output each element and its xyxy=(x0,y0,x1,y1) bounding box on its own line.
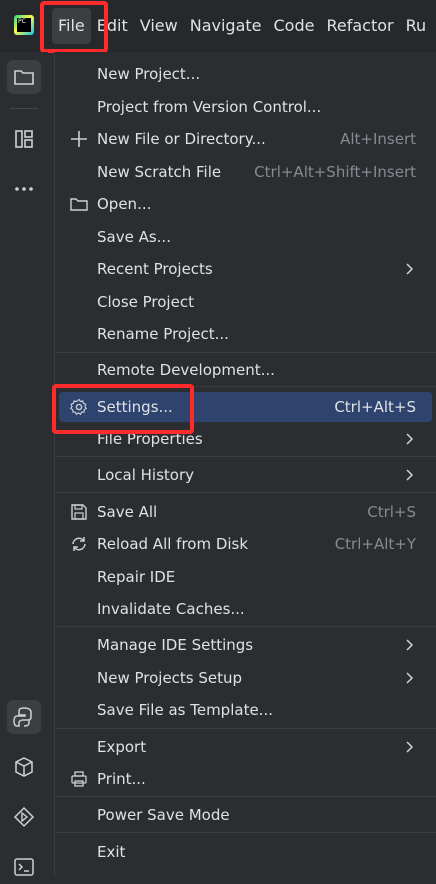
menu-separator xyxy=(55,796,436,797)
menu-item-label: New Project... xyxy=(97,65,201,83)
more-icon[interactable] xyxy=(7,172,41,206)
chevron-right-icon xyxy=(406,639,414,651)
menu-item-label: File Properties xyxy=(97,430,203,448)
menu-item-save-as[interactable]: Save As... xyxy=(59,222,432,252)
menu-item-label: Recent Projects xyxy=(97,260,213,278)
file-dropdown-menu: New Project... Project from Version Cont… xyxy=(54,52,436,877)
terminal-icon[interactable] xyxy=(7,850,41,884)
menu-item-shortcut: Ctrl+Alt+Shift+Insert xyxy=(254,163,416,181)
menu-item-label: New File or Directory... xyxy=(97,130,266,148)
menu-item-shortcut: Alt+Insert xyxy=(340,130,416,148)
reload-icon xyxy=(69,534,89,554)
save-icon xyxy=(69,502,89,522)
menu-item-power-save-mode[interactable]: Power Save Mode xyxy=(59,800,432,830)
menu-separator xyxy=(55,456,436,457)
menu-item-rename-project[interactable]: Rename Project... xyxy=(59,319,432,349)
menu-separator xyxy=(55,386,436,387)
menu-file[interactable]: File xyxy=(52,8,91,44)
gear-icon xyxy=(69,397,89,417)
menu-item-close-project[interactable]: Close Project xyxy=(59,287,432,317)
menu-item-label: Settings... xyxy=(97,398,173,416)
menu-item-new-projects-setup[interactable]: New Projects Setup xyxy=(59,663,432,693)
menu-item-manage-ide-settings[interactable]: Manage IDE Settings xyxy=(59,630,432,660)
menu-item-invalidate-caches[interactable]: Invalidate Caches... xyxy=(59,594,432,624)
menu-item-save-file-as-template[interactable]: Save File as Template... xyxy=(59,695,432,725)
title-bar: PC File Edit View Navigate Code Refactor… xyxy=(0,0,436,52)
menu-separator xyxy=(55,626,436,627)
menu-item-label: Manage IDE Settings xyxy=(97,636,254,654)
menu-separator xyxy=(55,832,436,833)
menu-item-shortcut: Ctrl+Alt+Y xyxy=(334,535,416,553)
folder-icon xyxy=(69,194,89,214)
menu-refactor[interactable]: Refactor xyxy=(320,8,399,44)
python-packages-icon[interactable] xyxy=(7,750,41,784)
menu-item-label: Power Save Mode xyxy=(97,806,230,824)
tool-window-strip xyxy=(0,52,48,877)
folder-icon[interactable] xyxy=(7,60,41,94)
menu-item-label: Close Project xyxy=(97,293,194,311)
main-menu-bar: File Edit View Navigate Code Refactor Ru xyxy=(52,8,432,44)
logo-text: PC xyxy=(17,18,31,32)
menu-navigate[interactable]: Navigate xyxy=(184,8,268,44)
pycharm-logo-icon[interactable]: PC xyxy=(14,15,34,35)
menu-item-label: Save File as Template... xyxy=(97,701,273,719)
menu-item-print[interactable]: Print... xyxy=(59,764,432,794)
menu-item-label: Exit xyxy=(97,843,126,861)
menu-item-new-project[interactable]: New Project... xyxy=(59,59,432,89)
menu-item-new-scratch-file[interactable]: New Scratch File Ctrl+Alt+Shift+Insert xyxy=(59,157,432,187)
menu-item-label: Local History xyxy=(97,466,195,484)
menu-item-shortcut: Ctrl+S xyxy=(367,503,416,521)
menu-item-label: New Projects Setup xyxy=(97,669,243,687)
chevron-right-icon xyxy=(406,741,414,753)
menu-item-label: Open... xyxy=(97,195,152,213)
menu-view[interactable]: View xyxy=(134,8,184,44)
menu-separator xyxy=(55,352,436,353)
chevron-right-icon xyxy=(406,672,414,684)
chevron-right-icon xyxy=(406,433,414,445)
menu-item-label: Export xyxy=(97,738,147,756)
menu-item-export[interactable]: Export xyxy=(59,732,432,762)
menu-separator xyxy=(55,728,436,729)
menu-code[interactable]: Code xyxy=(268,8,321,44)
menu-item-new-file-or-directory[interactable]: New File or Directory... Alt+Insert xyxy=(59,124,432,154)
menu-item-label: Project from Version Control... xyxy=(97,98,322,116)
chevron-right-icon xyxy=(406,469,414,481)
menu-item-label: Invalidate Caches... xyxy=(97,600,245,618)
menu-item-remote-development[interactable]: Remote Development... xyxy=(59,355,432,385)
printer-icon xyxy=(69,769,89,789)
menu-item-open[interactable]: Open... xyxy=(59,189,432,219)
menu-item-recent-projects[interactable]: Recent Projects xyxy=(59,254,432,284)
menu-item-file-properties[interactable]: File Properties xyxy=(59,424,432,454)
menu-item-label: Save As... xyxy=(97,228,171,246)
menu-item-label: Repair IDE xyxy=(97,568,176,586)
structure-icon[interactable] xyxy=(7,122,41,156)
menu-item-project-from-vcs[interactable]: Project from Version Control... xyxy=(59,92,432,122)
menu-item-label: New Scratch File xyxy=(97,163,222,181)
menu-item-settings[interactable]: Settings... Ctrl+Alt+S xyxy=(59,392,432,422)
menu-item-exit[interactable]: Exit xyxy=(59,837,432,867)
menu-item-local-history[interactable]: Local History xyxy=(59,460,432,490)
menu-item-label: Remote Development... xyxy=(97,361,275,379)
chevron-right-icon xyxy=(406,263,414,275)
menu-item-label: Save All xyxy=(97,503,158,521)
menu-item-shortcut: Ctrl+Alt+S xyxy=(334,398,416,416)
menu-item-reload-all-from-disk[interactable]: Reload All from Disk Ctrl+Alt+Y xyxy=(59,529,432,559)
menu-separator xyxy=(55,492,436,493)
menu-edit[interactable]: Edit xyxy=(91,8,134,44)
services-icon[interactable] xyxy=(7,800,41,834)
menu-run[interactable]: Ru xyxy=(400,8,433,44)
menu-item-label: Reload All from Disk xyxy=(97,535,249,553)
plus-icon xyxy=(69,129,89,149)
menu-item-repair-ide[interactable]: Repair IDE xyxy=(59,562,432,592)
menu-item-save-all[interactable]: Save All Ctrl+S xyxy=(59,497,432,527)
menu-item-label: Print... xyxy=(97,770,146,788)
menu-item-label: Rename Project... xyxy=(97,325,229,343)
python-console-icon[interactable] xyxy=(7,700,41,734)
